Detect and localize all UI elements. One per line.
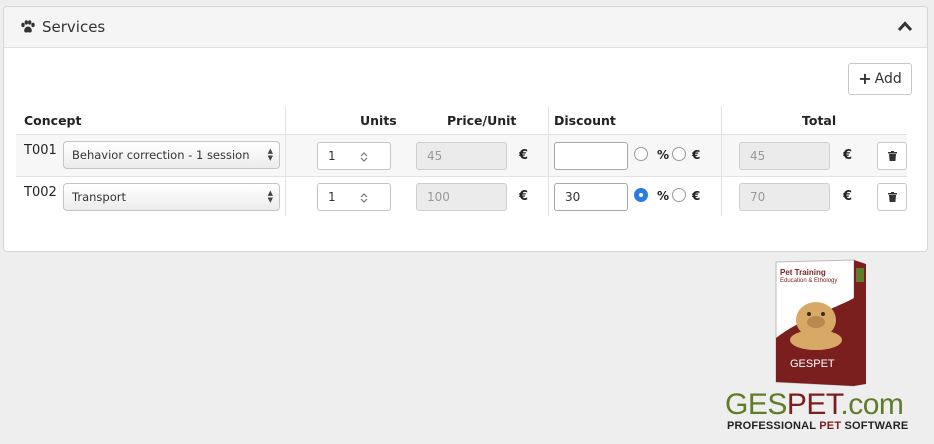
discount-euro-radio[interactable] xyxy=(672,147,686,161)
row-code: T002 xyxy=(24,185,57,200)
price-currency: € xyxy=(519,148,529,163)
discount-percent-radio[interactable] xyxy=(634,188,648,202)
add-service-button[interactable]: + Add xyxy=(848,63,912,95)
paw-icon xyxy=(21,20,35,33)
total-field: 45 xyxy=(739,142,830,170)
discount-input[interactable] xyxy=(554,142,628,170)
logo-part-pet: PET xyxy=(786,388,841,421)
trash-icon xyxy=(887,192,897,202)
logo-part-com: .com xyxy=(840,388,904,421)
tagline-part: PET xyxy=(819,420,842,432)
panel-title: Services xyxy=(42,18,106,36)
product-box-image: Pet Training Education & Ethology GESPET xyxy=(772,258,868,390)
concept-value: Transport xyxy=(72,190,126,204)
select-arrows-icon: ▲ ▼ xyxy=(267,189,273,204)
gespet-logo: GESPET.com xyxy=(725,388,904,422)
price-value: 45 xyxy=(427,149,443,163)
header-discount: Discount xyxy=(554,113,616,128)
header-price-unit: Price/Unit xyxy=(447,113,517,128)
price-field: 100 xyxy=(416,183,507,211)
percent-label: % xyxy=(657,189,670,203)
logo-tagline: PROFESSIONAL PET SOFTWARE xyxy=(727,420,908,432)
header-concept: Concept xyxy=(24,113,82,128)
services-panel: Services + Add xyxy=(3,6,928,252)
discount-percent-radio[interactable] xyxy=(634,147,648,161)
header-units: Units xyxy=(360,113,397,128)
delete-row-button[interactable] xyxy=(877,142,907,170)
add-label: Add xyxy=(874,71,902,87)
row-code: T001 xyxy=(24,143,57,158)
percent-label: % xyxy=(657,148,670,162)
discount-euro-radio[interactable] xyxy=(672,188,686,202)
euro-label: € xyxy=(692,148,701,162)
column-divider xyxy=(721,106,722,216)
column-divider xyxy=(548,106,549,216)
box-title: Pet Training xyxy=(780,268,826,277)
total-value: 70 xyxy=(750,190,766,204)
tagline-part: SOFTWARE xyxy=(841,420,909,432)
concept-select[interactable]: Behavior correction - 1 session ▲ ▼ xyxy=(63,141,280,169)
euro-label: € xyxy=(692,189,701,203)
concept-value: Behavior correction - 1 session xyxy=(72,148,250,162)
total-field: 70 xyxy=(739,183,830,211)
column-divider xyxy=(285,106,286,216)
tagline-part: PROFESSIONAL xyxy=(727,420,820,432)
discount-input[interactable]: 30 xyxy=(554,183,628,211)
stepper-icon[interactable] xyxy=(360,152,368,162)
box-subtitle: Education & Ethology xyxy=(780,278,838,284)
box-brand: GESPET xyxy=(790,358,835,370)
total-value: 45 xyxy=(750,149,766,163)
price-value: 100 xyxy=(427,190,450,204)
chevron-up-icon[interactable] xyxy=(897,20,913,32)
header-total: Total xyxy=(802,113,837,128)
logo-part-ges: GES xyxy=(725,388,787,421)
total-currency: € xyxy=(843,148,853,163)
price-currency: € xyxy=(519,189,529,204)
units-value: 1 xyxy=(328,190,336,204)
discount-value: 30 xyxy=(565,190,581,204)
units-value: 1 xyxy=(328,149,336,163)
delete-row-button[interactable] xyxy=(877,183,907,211)
plus-icon: + xyxy=(858,69,872,88)
row-divider xyxy=(16,176,907,177)
price-field: 45 xyxy=(416,142,507,170)
select-arrows-icon: ▲ ▼ xyxy=(267,147,273,162)
total-currency: € xyxy=(843,189,853,204)
units-input[interactable]: 1 xyxy=(317,183,391,211)
trash-icon xyxy=(887,151,897,161)
stepper-icon[interactable] xyxy=(360,193,368,203)
units-input[interactable]: 1 xyxy=(317,142,391,170)
panel-header: Services xyxy=(4,7,927,48)
concept-select[interactable]: Transport ▲ ▼ xyxy=(63,183,280,211)
